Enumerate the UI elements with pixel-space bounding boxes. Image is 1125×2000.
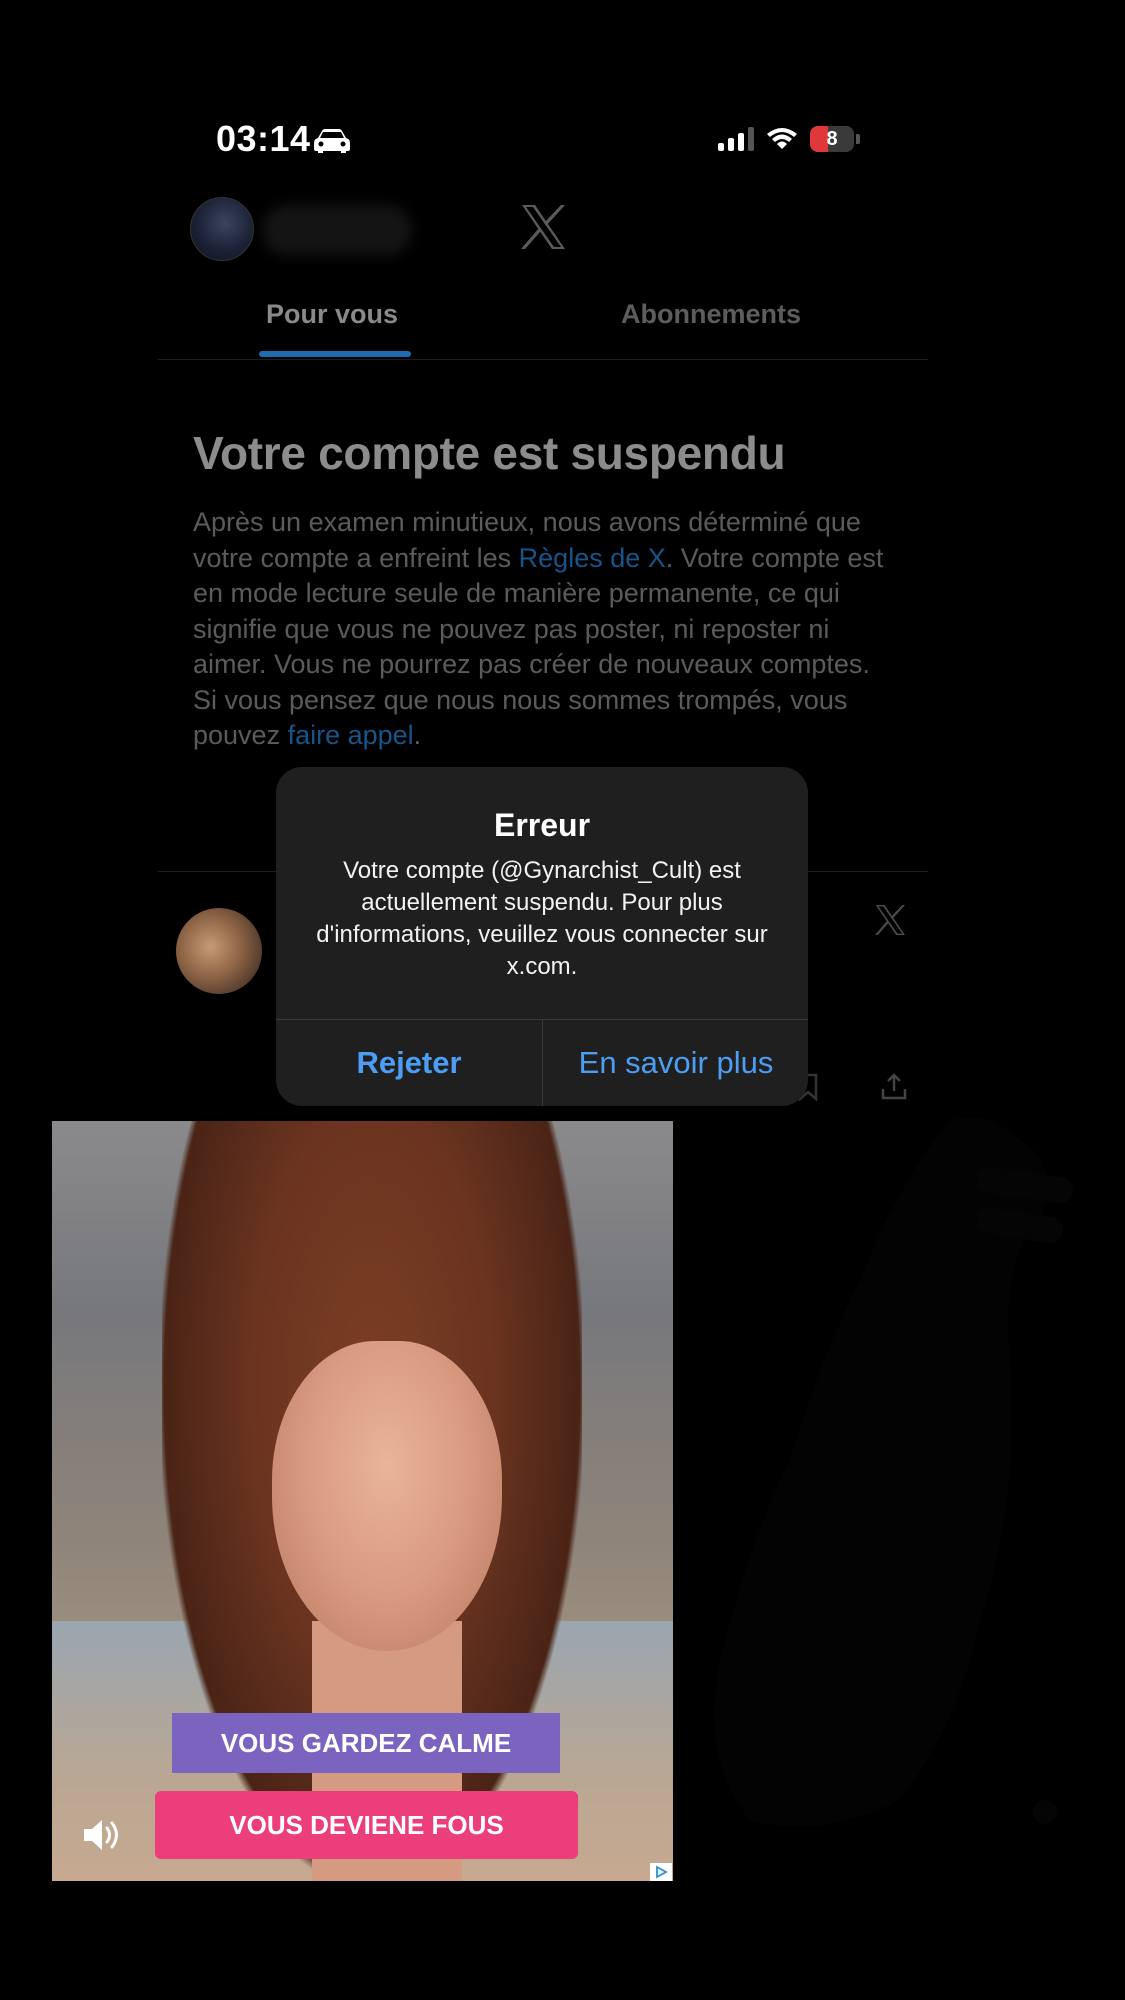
x-logo-icon (875, 905, 905, 935)
suspension-title: Votre compte est suspendu (193, 427, 786, 479)
ad-caption-bottom: VOUS DEVIENE FOUS (155, 1791, 578, 1859)
battery-icon: 8 (810, 126, 854, 152)
ad-caption-top: VOUS GARDEZ CALME (172, 1713, 560, 1773)
video-ad[interactable]: VOUS GARDEZ CALME VOUS DEVIENE FOUS (52, 1121, 673, 1881)
error-alert-dialog: Erreur Votre compte (@Gynarchist_Cult) e… (276, 767, 808, 1106)
profile-avatar[interactable] (190, 197, 254, 261)
speaker-icon[interactable] (80, 1815, 124, 1855)
redaction-scribble (714, 1117, 1073, 1827)
battery-level: 8 (826, 127, 838, 150)
suspension-message: Après un examen minutieux, nous avons dé… (193, 505, 893, 754)
rules-link[interactable]: Règles de X (519, 543, 666, 573)
tweet-author-avatar[interactable] (176, 908, 262, 994)
alert-title: Erreur (493, 807, 591, 843)
car-icon (314, 129, 350, 153)
appeal-link[interactable]: faire appel (288, 720, 414, 750)
tab-bar: Pour vous Abonnements (158, 285, 928, 360)
x-logo-icon[interactable] (518, 202, 568, 252)
tab-abonnements[interactable]: Abonnements (621, 299, 801, 330)
alert-message: Votre compte (@Gynarchist_Cult) est actu… (316, 857, 768, 980)
wifi-icon (767, 128, 797, 149)
tab-pour-vous[interactable]: Pour vous (266, 299, 398, 330)
battery-cap (856, 134, 860, 144)
suspension-text-3: . (413, 720, 422, 750)
ad-character-face (272, 1341, 502, 1651)
adchoices-icon[interactable] (650, 1863, 672, 1881)
share-icon[interactable] (880, 1073, 908, 1101)
status-time: 03:14 (216, 118, 311, 159)
redacted-username (262, 205, 412, 255)
suspension-text-2: . Votre compte est en mode lecture seule… (193, 542, 884, 751)
status-icons: 8 (718, 126, 860, 152)
signal-icon (718, 127, 754, 151)
reject-button[interactable]: Rejeter (276, 1020, 542, 1106)
learn-more-button[interactable]: En savoir plus (543, 1020, 808, 1106)
active-tab-indicator (259, 351, 411, 357)
